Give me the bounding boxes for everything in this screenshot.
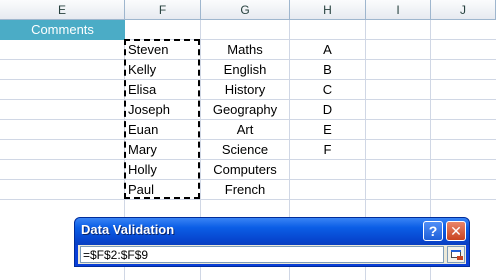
- title-bar-glyph: [451, 250, 461, 252]
- arrow-glyph: [457, 256, 463, 260]
- column-header-e[interactable]: E: [0, 0, 125, 20]
- close-button[interactable]: ✕: [446, 221, 466, 241]
- expand-dialog-button[interactable]: [447, 246, 465, 263]
- selected-range-marquee: [124, 39, 200, 199]
- grade-cell[interactable]: E: [290, 120, 365, 140]
- grade-cell[interactable]: D: [290, 100, 365, 120]
- subject-cell[interactable]: History: [201, 80, 289, 100]
- subject-cell[interactable]: Art: [201, 120, 289, 140]
- subject-cell[interactable]: Geography: [201, 100, 289, 120]
- subject-cell[interactable]: Computers: [201, 160, 289, 180]
- range-reference-input[interactable]: [80, 246, 444, 263]
- grade-cell[interactable]: B: [290, 60, 365, 80]
- grade-cell[interactable]: A: [290, 40, 365, 60]
- column-header-i[interactable]: I: [366, 0, 431, 20]
- subject-cell[interactable]: English: [201, 60, 289, 80]
- grade-cell[interactable]: F: [290, 140, 365, 160]
- dialog-body: [78, 245, 466, 264]
- dialog-title-bar[interactable]: Data Validation ? ✕: [75, 218, 469, 245]
- subject-cell[interactable]: Science: [201, 140, 289, 160]
- subject-cell[interactable]: Maths: [201, 40, 289, 60]
- comments-header-cell[interactable]: Comments: [0, 20, 125, 40]
- data-validation-dialog[interactable]: Data Validation ? ✕: [74, 217, 470, 267]
- dialog-title: Data Validation: [81, 222, 175, 237]
- column-header-j[interactable]: J: [431, 0, 496, 20]
- grade-cell[interactable]: C: [290, 80, 365, 100]
- column-header-h[interactable]: H: [290, 0, 366, 20]
- column-header-f[interactable]: F: [125, 0, 201, 20]
- help-button[interactable]: ?: [423, 221, 443, 241]
- column-header-g[interactable]: G: [201, 0, 290, 20]
- subject-cell[interactable]: French: [201, 180, 289, 200]
